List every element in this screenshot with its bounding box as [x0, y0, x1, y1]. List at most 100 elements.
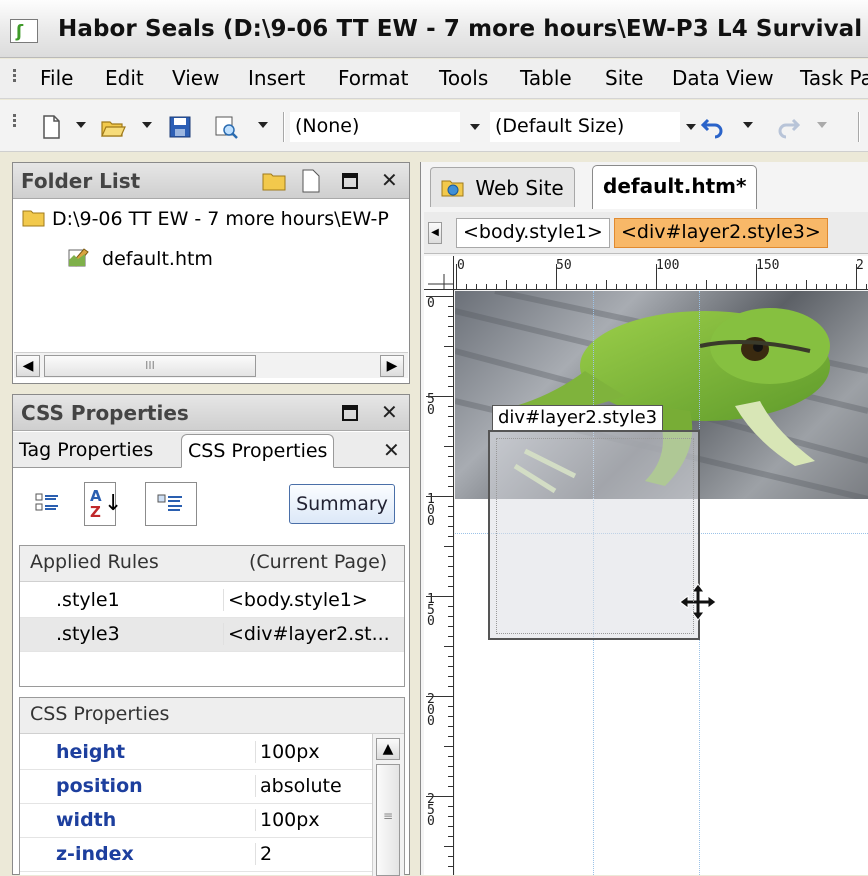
property-row[interactable]: width 100px	[20, 804, 372, 838]
property-row[interactable]: position absolute	[20, 770, 372, 804]
preview-icon[interactable]	[213, 114, 239, 140]
ruler-tick	[426, 396, 454, 397]
menu-task-panes[interactable]: Task Pa	[800, 66, 868, 90]
menu-edit[interactable]: Edit	[105, 66, 144, 90]
close-tab-icon[interactable]: ✕	[383, 438, 400, 462]
redo-icon[interactable]	[775, 114, 801, 140]
undo-dropdown-icon[interactable]	[743, 122, 753, 128]
ruler-tick	[448, 436, 454, 437]
undo-icon[interactable]	[700, 114, 726, 140]
tab-web-site-label: Web Site	[475, 176, 564, 200]
menu-table[interactable]: Table	[520, 66, 572, 90]
categorized-view-icon[interactable]	[34, 490, 60, 516]
sort-az-button[interactable]: A Z ↓	[84, 482, 122, 526]
ruler-tick	[448, 856, 454, 857]
ruler-label: 2 5 0	[427, 792, 435, 829]
layer-tag-label[interactable]: div#layer2.style3	[492, 405, 664, 431]
maximize-icon[interactable]	[341, 172, 359, 190]
font-size-combo-arrow-icon[interactable]	[686, 124, 696, 130]
style-combo[interactable]: (None)	[290, 112, 460, 142]
ruler-tick	[448, 816, 454, 817]
breadcrumb-scroll-left-icon[interactable]: ◀	[428, 222, 442, 244]
ruler-tick	[448, 566, 454, 567]
tab-tag-properties[interactable]: Tag Properties	[13, 434, 159, 468]
property-row[interactable]: height 100px	[20, 736, 372, 770]
sort-arrow-icon: ↓	[104, 491, 123, 516]
property-value[interactable]: absolute	[255, 775, 342, 797]
ruler-tick	[448, 476, 454, 477]
property-value[interactable]: 2	[255, 843, 272, 865]
new-page-icon[interactable]	[38, 114, 64, 140]
breadcrumb-div-layer2[interactable]: <div#layer2.style3>	[614, 218, 828, 248]
maximize-css-icon[interactable]	[341, 404, 359, 422]
ruler-tick	[736, 284, 737, 290]
show-set-properties-button[interactable]	[145, 482, 197, 526]
open-folder-icon[interactable]	[100, 114, 126, 140]
ruler-tick	[626, 284, 627, 290]
css-properties-grid: CSS Properties height 100px position abs…	[19, 697, 405, 876]
ruler-tick	[546, 284, 547, 290]
menu-format[interactable]: Format	[338, 66, 408, 90]
menu-insert[interactable]: Insert	[248, 66, 305, 90]
ruler-tick	[448, 466, 454, 467]
scroll-left-icon[interactable]: ◀	[16, 355, 40, 377]
ruler-label: 50	[556, 258, 572, 273]
ruler-tick	[448, 766, 454, 767]
ruler-corner[interactable]	[424, 256, 454, 290]
scroll-right-icon[interactable]: ▶	[380, 355, 404, 377]
close-css-panel-icon[interactable]: ✕	[381, 400, 398, 424]
ruler-tick	[448, 506, 454, 507]
open-dropdown-icon[interactable]	[142, 122, 152, 128]
ruler-tick	[448, 606, 454, 607]
applied-rule-row[interactable]: .style1 <body.style1>	[20, 584, 404, 618]
scroll-thumb[interactable]: III	[44, 355, 256, 377]
toolbar-grip[interactable]	[13, 112, 16, 129]
save-icon[interactable]	[167, 114, 193, 140]
new-page-panel-icon[interactable]	[301, 169, 321, 193]
ruler-tick	[716, 284, 717, 290]
ruler-tick	[456, 264, 457, 290]
ruler-tick	[444, 446, 454, 447]
ruler-tick	[576, 284, 577, 290]
summary-button[interactable]: Summary	[289, 484, 395, 524]
properties-scrollbar[interactable]: ▲ ≡	[372, 734, 404, 876]
move-cursor-icon[interactable]	[678, 582, 718, 622]
scroll-up-icon[interactable]: ▲	[376, 738, 400, 760]
property-value[interactable]: 100px	[255, 809, 320, 831]
ruler-tick	[426, 796, 454, 797]
ruler-tick	[786, 284, 787, 290]
menu-site[interactable]: Site	[605, 66, 643, 90]
close-folder-list-icon[interactable]: ✕	[381, 168, 398, 192]
folder-root-row[interactable]: D:\9-06 TT EW - 7 more hours\EW-P	[22, 208, 389, 230]
ruler-tick	[444, 646, 454, 647]
font-size-combo[interactable]: (Default Size)	[490, 112, 680, 142]
ruler-tick	[826, 284, 827, 290]
new-dropdown-icon[interactable]	[76, 122, 86, 128]
style-combo-arrow-icon[interactable]	[470, 124, 480, 130]
properties-scroll-thumb[interactable]: ≡	[376, 764, 400, 876]
folder-list-scrollbar[interactable]: ◀ III ▶	[14, 352, 408, 378]
menu-file[interactable]: File	[40, 66, 73, 90]
breadcrumb-body[interactable]: <body.style1>	[456, 218, 610, 248]
menu-view[interactable]: View	[172, 66, 219, 90]
preview-dropdown-icon[interactable]	[258, 122, 268, 128]
property-value[interactable]: 100px	[255, 741, 320, 763]
menu-tools[interactable]: Tools	[439, 66, 488, 90]
file-row-default[interactable]: default.htm	[66, 246, 213, 270]
ruler-tick	[448, 686, 454, 687]
layer-div-box[interactable]	[488, 430, 717, 640]
folder-root-label: D:\9-06 TT EW - 7 more hours\EW-P	[52, 208, 389, 230]
ruler-tick	[448, 386, 454, 387]
ruler-tick	[836, 284, 837, 290]
menubar-grip[interactable]	[13, 67, 16, 84]
menu-data-view[interactable]: Data View	[672, 66, 774, 90]
ruler-tick	[866, 284, 867, 290]
tab-default-htm[interactable]: default.htm*	[592, 165, 758, 209]
ruler-tick	[448, 776, 454, 777]
tab-css-properties[interactable]: CSS Properties	[181, 434, 335, 468]
property-row[interactable]: z-index 2	[20, 838, 372, 872]
applied-rule-row[interactable]: .style3 <div#layer2.st...	[20, 618, 404, 652]
ruler-label: 150	[756, 258, 780, 273]
tab-web-site[interactable]: Web Site	[430, 167, 575, 207]
new-folder-icon[interactable]	[261, 170, 287, 192]
